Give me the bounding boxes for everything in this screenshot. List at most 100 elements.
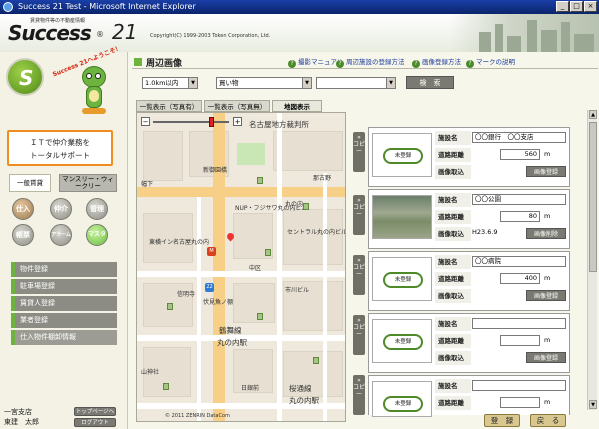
zoom-slider-handle[interactable] [209, 117, 214, 127]
page-header: 賃貸物件等の不動産情報 Success ® 21 Copyright(C) 19… [0, 14, 599, 52]
toppage-button[interactable]: トップページへ [74, 407, 116, 416]
facility-marker-icon[interactable] [303, 203, 309, 210]
facility-marker-icon[interactable] [163, 383, 169, 390]
logout-button[interactable]: ログアウト [74, 418, 116, 427]
map-label: 名古屋地方裁判所 [249, 120, 309, 129]
close-button[interactable]: × [584, 1, 597, 12]
register-image-button[interactable]: 画像登録 [526, 352, 566, 363]
back-button[interactable]: 戻 る [530, 414, 566, 427]
distance-select[interactable]: 1.0km以内 ▼ [142, 77, 198, 89]
menu-property-registration[interactable]: 物件登録 [11, 262, 117, 277]
chevron-down-icon: ▼ [188, 78, 197, 88]
brokerage-button[interactable]: 仲介 [50, 198, 72, 220]
copy-button[interactable]: » コピー [353, 255, 365, 295]
route-number-icon: 22 [205, 283, 214, 292]
road-distance-input[interactable]: 560 [500, 149, 540, 160]
map-view-tabs: 一覧表示（写真有） 一覧表示（写真無） 地図表示 [136, 100, 346, 112]
help-link-facility-registration[interactable]: ? 周辺施設の登録方法 [336, 56, 405, 68]
map-label: 山神社 [141, 369, 160, 376]
tab-general-rental[interactable]: 一般賃貸 [9, 174, 51, 192]
area-map[interactable]: − + 名古屋地方裁判所 新御園橋 那古野 幅下 丸の内 NUP・フジサワ丸の内… [136, 112, 346, 422]
facility-name-label: 施設名 [435, 255, 471, 269]
facility-marker-icon[interactable] [265, 249, 271, 256]
facility-photo: 未登録 [372, 257, 432, 301]
help-link-mark-explanation[interactable]: ? マークの説明 [466, 56, 515, 68]
register-button[interactable]: 登 録 [484, 414, 520, 427]
menu-inventory-info[interactable]: 仕入物件棚卸情報 [11, 330, 117, 345]
facility-name-input[interactable] [472, 380, 566, 391]
facility-name-input[interactable]: 〇〇銀行 〇〇支店 [472, 132, 566, 143]
facility-photo: 未登録 [372, 133, 432, 177]
map-zoom-control[interactable]: − + [141, 117, 242, 127]
distance-unit: m [544, 212, 551, 220]
facility-marker-icon[interactable] [257, 177, 263, 184]
register-image-button[interactable]: 画像登録 [526, 166, 566, 177]
scroll-down-icon[interactable]: ▼ [589, 400, 597, 409]
master-button[interactable]: マスタ [86, 224, 108, 246]
management-button[interactable]: 管理 [86, 198, 108, 220]
facility-marker-icon[interactable] [167, 303, 173, 310]
window-titlebar: Success 21 Test - Microsoft Internet Exp… [0, 0, 599, 14]
facility-photo-park[interactable] [372, 195, 432, 239]
slogan-line-1: ＩＴで仲介業務を [30, 138, 90, 147]
app-window: 賃貸物件等の不動産情報 Success ® 21 Copyright(C) 19… [0, 14, 599, 429]
facility-marker-icon[interactable] [313, 357, 319, 364]
function-buttons: 仕入 仲介 管理 帳票 アラーム マスタ [10, 198, 120, 248]
tab-map-view[interactable]: 地図表示 [272, 100, 322, 112]
copy-button[interactable]: » コピー [353, 132, 365, 172]
facility-card: 未登録 施設名 道路距離 m [368, 375, 570, 417]
road-distance-input[interactable] [500, 335, 540, 346]
distance-unit: m [544, 336, 551, 344]
facility-card: 施設名 道路距離 画像取込 〇〇公園 80 m H23.6.9 画像削除 [368, 189, 570, 249]
help-link-image-registration[interactable]: ? 画像登録方法 [412, 56, 461, 68]
facility-name-input[interactable] [472, 318, 566, 329]
map-label: 中区 [249, 265, 262, 272]
delete-image-button[interactable]: 画像削除 [526, 228, 566, 239]
zoom-out-icon[interactable]: − [141, 117, 150, 126]
facility-name-input[interactable]: 〇〇病院 [472, 256, 566, 267]
map-label: 丸の内駅 [289, 396, 319, 405]
search-button[interactable]: 検 索 [406, 76, 454, 89]
subcategory-select[interactable]: ▼ [316, 77, 396, 89]
not-registered-badge: 未登録 [383, 272, 423, 288]
menu-agent-registration[interactable]: 業者登録 [11, 313, 117, 328]
copy-button[interactable]: » コピー [353, 375, 365, 415]
map-label: 信明寺 [177, 291, 196, 298]
slogan-line-2: トータルサポート [30, 151, 90, 160]
road-distance-input[interactable]: 400 [500, 273, 540, 284]
map-label: 幅下 [141, 181, 154, 188]
menu-landlord-registration[interactable]: 賃貸人登録 [11, 296, 117, 311]
zoom-in-icon[interactable]: + [233, 117, 242, 126]
copy-button[interactable]: » コピー [353, 195, 365, 235]
success-logo: Success [8, 21, 92, 45]
tab-monthly-weekly[interactable]: マンスリー・ウィークリー [59, 174, 117, 192]
road-distance-input[interactable] [500, 397, 540, 408]
not-registered-badge: 未登録 [383, 396, 423, 412]
copy-button[interactable]: » コピー [353, 315, 365, 355]
road-distance-input[interactable]: 80 [500, 211, 540, 222]
internet-explorer-icon [3, 2, 13, 12]
scroll-up-icon[interactable]: ▲ [589, 110, 597, 119]
city-skyline-image [449, 14, 599, 52]
maximize-button[interactable]: □ [570, 1, 583, 12]
slogan-box: ＩＴで仲介業務を トータルサポート [7, 130, 113, 166]
copyright-text: Copyright(C) 1999-2003 Token Corporation… [150, 33, 271, 39]
distance-unit: m [544, 398, 551, 406]
facility-marker-icon[interactable] [257, 313, 263, 320]
facility-name-input[interactable]: 〇〇公園 [472, 194, 566, 205]
minimize-button[interactable]: _ [556, 1, 569, 12]
scrollbar-thumb[interactable] [589, 122, 597, 272]
tab-list-without-photo[interactable]: 一覧表示（写真無） [204, 100, 270, 112]
mascot-character-icon [74, 62, 114, 124]
tab-list-with-photo[interactable]: 一覧表示（写真有） [136, 100, 202, 112]
help-question-icon: ? [336, 60, 344, 68]
alarm-button[interactable]: アラーム [50, 224, 72, 246]
forms-button[interactable]: 帳票 [12, 224, 34, 246]
map-label: 丸の内駅 [217, 338, 247, 347]
category-select[interactable]: 買い物 ▼ [216, 77, 312, 89]
map-label: 桜通線 [289, 384, 312, 393]
menu-parking-registration[interactable]: 駐車場登録 [11, 279, 117, 294]
purchase-button[interactable]: 仕入 [12, 198, 34, 220]
register-image-button[interactable]: 画像登録 [526, 290, 566, 301]
facility-list-scrollbar[interactable]: ▲ ▼ [587, 110, 597, 410]
